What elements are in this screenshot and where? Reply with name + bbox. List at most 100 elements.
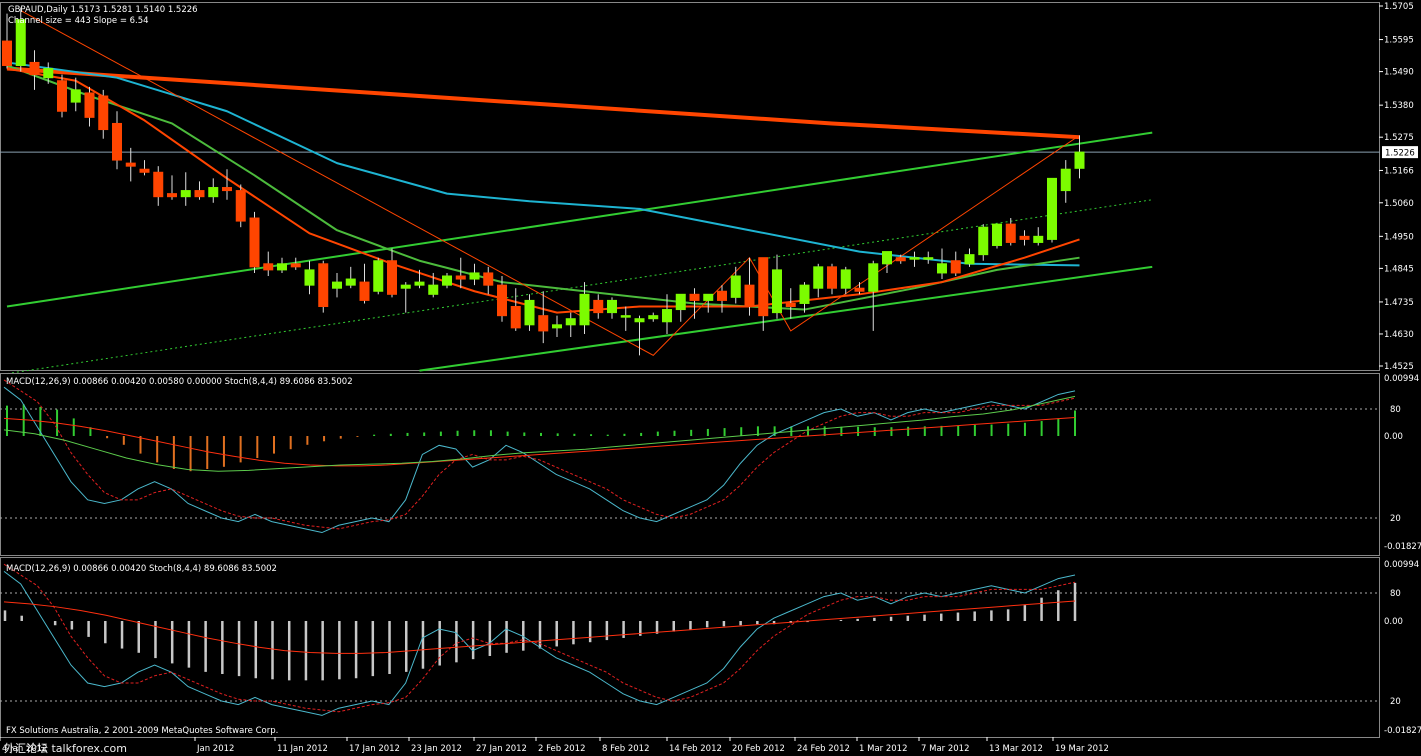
macd2-frame <box>0 557 1380 738</box>
candle-body <box>1033 235 1044 243</box>
price-tick-label: 1.4735 <box>1384 298 1414 308</box>
candle-body <box>882 251 892 265</box>
candle-body <box>57 80 67 112</box>
price-tick-label: 1.5166 <box>1384 166 1414 176</box>
candle-body <box>153 171 164 198</box>
candle-body <box>263 263 274 271</box>
candle-body <box>717 290 727 301</box>
price-tick-label: 1.4845 <box>1384 264 1414 274</box>
price-tick-label: 1.5490 <box>1384 68 1414 78</box>
candle-body <box>593 299 604 314</box>
candle-body <box>84 92 95 118</box>
time-tick-label: 11 Jan 2012 <box>277 744 328 754</box>
candle-body <box>208 187 219 198</box>
time-tick-label: 8 Feb 2012 <box>602 744 650 754</box>
candle-body <box>483 272 494 286</box>
candle-body <box>827 266 837 289</box>
candle-body <box>689 293 700 301</box>
candle-body <box>895 257 906 262</box>
candle-body <box>524 299 535 326</box>
trading-chart: 1.5705 1.5595 1.5490 1.5380 1.5275 1.5166 1.50… <box>0 2 1421 755</box>
price-tick-label: 1.4525 <box>1384 362 1414 372</box>
candle-body <box>772 269 782 314</box>
candle-body <box>744 284 755 308</box>
macd-signal-line <box>3 417 1076 467</box>
time-tick-label: 24 Feb 2012 <box>797 744 850 754</box>
time-tick-label: 13 Mar 2012 <box>989 744 1043 754</box>
candle-body <box>469 272 480 280</box>
candle-body <box>937 263 947 274</box>
time-tick-label: 17 Jan 2012 <box>349 744 400 754</box>
time-tick-label: Jan 2012 <box>196 744 234 754</box>
candle-body <box>703 293 714 301</box>
candle-body <box>1047 177 1057 240</box>
candle-body <box>565 318 576 326</box>
candle-body <box>222 187 232 192</box>
macd2-label: MACD(12,26,9) 0.00866 0.00420 Stoch(8,4,… <box>6 564 277 574</box>
candle-body <box>15 19 26 66</box>
watermark: 外汇论坛 talkforex.com <box>4 741 127 755</box>
stoch-level-label: 20 <box>1390 514 1401 524</box>
price-tick-label: 1.4950 <box>1384 232 1414 242</box>
price-tick-label: 1.5275 <box>1384 133 1414 143</box>
candle-body <box>400 284 411 289</box>
candle-body <box>840 269 851 289</box>
candle-body <box>1019 235 1030 240</box>
time-tick-label: 1 Mar 2012 <box>859 744 907 754</box>
macd-axis-label: 0.00 <box>1384 432 1403 442</box>
stoch-level-label: 80 <box>1390 589 1401 599</box>
candle-body <box>2 40 12 66</box>
candle-body <box>194 190 205 198</box>
macd-stoch-panel-2: 80 20 0.00994 0.00 -0.01827 <box>0 557 1421 738</box>
candle-body <box>909 257 920 260</box>
moving-average-line <box>6 66 1080 140</box>
candle-body <box>43 68 54 79</box>
time-tick-label: 19 Mar 2012 <box>1055 744 1109 754</box>
candle-body <box>318 263 329 308</box>
candle-body <box>98 95 109 131</box>
moving-average-line <box>6 61 1080 267</box>
candle-body <box>428 284 439 295</box>
candle-body <box>648 315 659 320</box>
candle-body <box>139 168 150 173</box>
copyright-text: FX Solutions Australia, 2 2001-2009 Meta… <box>6 726 278 736</box>
candle-body <box>868 263 879 292</box>
candle-body <box>552 324 562 329</box>
zigzag-line <box>20 10 1080 356</box>
candle-body <box>290 263 301 268</box>
candle-body <box>112 122 122 161</box>
candle-body <box>497 284 507 317</box>
time-tick-label: 20 Feb 2012 <box>732 744 785 754</box>
candle-body <box>1074 151 1085 169</box>
candle-body <box>675 293 686 311</box>
symbol-header: GBPAUD,Daily 1.5173 1.5281 1.5140 1.5226 <box>8 5 198 15</box>
candle-body <box>992 223 1002 246</box>
candle-body <box>332 281 342 289</box>
candle-body <box>70 89 81 103</box>
candle-body <box>235 190 246 222</box>
time-tick-label: 2 Feb 2012 <box>538 744 586 754</box>
candle-body <box>579 293 590 326</box>
candle-body <box>125 162 136 167</box>
time-tick-label: 23 Jan 2012 <box>411 744 462 754</box>
candle-body <box>799 284 810 304</box>
candle-body <box>758 257 769 317</box>
price-tick-label: 1.4630 <box>1384 330 1414 340</box>
candle-body <box>510 306 521 329</box>
macd-axis-label: 0.00 <box>1384 617 1403 627</box>
price-tick-label: 1.5380 <box>1384 101 1414 111</box>
candle-body <box>538 315 549 332</box>
macd-stoch-panel-1: 80 20 0.00994 0.00 -0.01827 <box>0 373 1421 556</box>
current-price-text: 1.5226 <box>1385 149 1415 159</box>
macd1-label: MACD(12,26,9) 0.00866 0.00420 0.00580 0.… <box>6 377 353 387</box>
candle-body <box>345 278 356 286</box>
candle-body <box>620 315 631 318</box>
candle-body <box>1060 168 1071 192</box>
candle-body <box>854 287 865 292</box>
price-tick-label: 1.5595 <box>1384 36 1414 46</box>
candle-body <box>387 260 397 295</box>
candle-body <box>442 275 452 286</box>
channel-info: Channel size = 443 Slope = 6.54 <box>8 16 149 26</box>
candle-body <box>304 269 315 286</box>
candle-body <box>414 281 425 286</box>
